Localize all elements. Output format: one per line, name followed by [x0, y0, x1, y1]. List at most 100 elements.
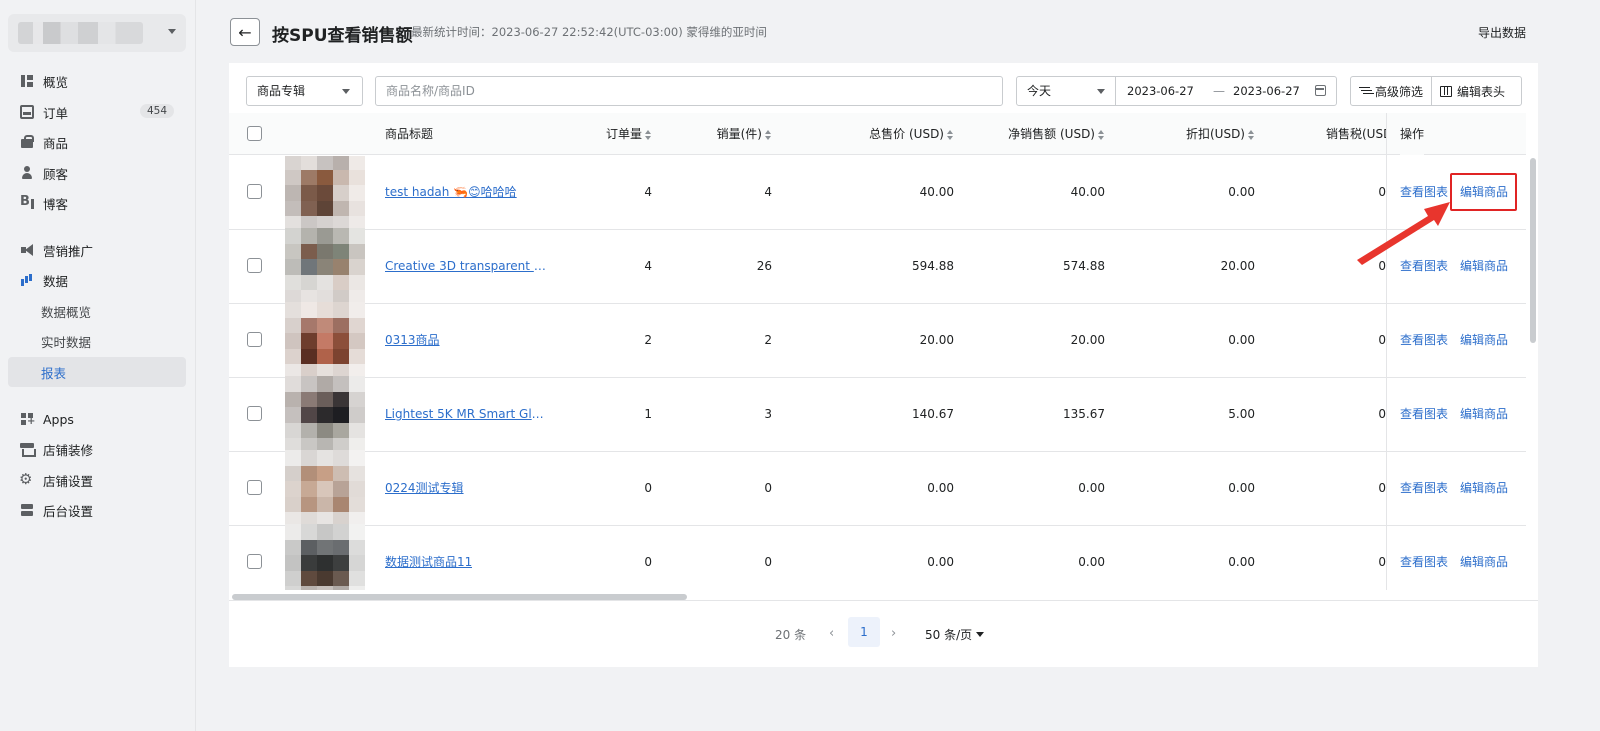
discount-value-cell: 0.00 — [1149, 304, 1255, 377]
discount-value-cell: 0.00 — [1149, 526, 1255, 590]
category-select[interactable]: 商品专辑 — [246, 76, 363, 106]
row-checkbox[interactable] — [247, 406, 262, 421]
store-selector[interactable] — [8, 14, 186, 52]
product-title-link[interactable]: 0224测试专辑 — [385, 452, 464, 525]
sort-icon[interactable] — [1098, 129, 1105, 140]
product-title-link[interactable]: 数据测试商品11 — [385, 526, 472, 590]
net-value-cell: 20.00 — [975, 304, 1105, 377]
net-value: 0.00 — [1078, 555, 1105, 569]
sidebar-item-label: 博客 — [43, 196, 69, 212]
date-preset-select[interactable]: 今天 — [1017, 77, 1116, 105]
discount-value: 0.00 — [1228, 555, 1255, 569]
apps-icon — [20, 412, 35, 427]
sidebar-item-store-decor[interactable]: 店铺装修 — [8, 434, 186, 464]
vertical-scrollbar[interactable] — [1530, 158, 1536, 343]
calendar-icon[interactable] — [1315, 85, 1326, 96]
col-gross[interactable]: 总售价 (USD) — [829, 113, 954, 155]
edit-columns-button[interactable]: 编辑表头 — [1431, 77, 1513, 105]
backend-icon — [20, 503, 34, 517]
col-tax[interactable]: 销售税(USD — [1326, 113, 1386, 155]
col-discount[interactable]: 折扣(USD) — [1149, 113, 1255, 155]
date-range-picker[interactable]: 今天 2023-06-27 — 2023-06-27 — [1016, 76, 1337, 106]
orders-value-cell: 1 — [569, 378, 652, 451]
page-current[interactable]: 1 — [848, 617, 880, 647]
product-thumbnail — [285, 228, 365, 306]
quantity-value: 3 — [764, 407, 772, 421]
sort-icon[interactable] — [765, 129, 772, 140]
product-title-link-cell: 数据测试商品11 — [385, 526, 550, 590]
gross-value-cell: 0.00 — [829, 452, 954, 525]
quantity-value-cell: 26 — [681, 230, 772, 303]
sort-icon[interactable] — [1248, 129, 1255, 140]
store-name-blurred — [18, 22, 143, 44]
orders-value-cell: 0 — [569, 526, 652, 590]
table-row: test hadah 🦐😊哈哈哈 4 4 40.00 40.00 0.00 0 查看图表 编辑商… — [229, 156, 1526, 232]
product-title-link[interactable]: 0313商品 — [385, 304, 440, 377]
product-title-link[interactable]: test hadah 🦐😊哈哈哈 — [385, 156, 517, 229]
stat-time: 最新统计时间：2023-06-27 22:52:42(UTC-03:00) 蒙得… — [411, 25, 767, 39]
product-title-link[interactable]: Creative 3D transparent dou... — [385, 230, 550, 303]
sidebar-item-apps[interactable]: Apps — [8, 404, 186, 434]
gross-value-cell: 0.00 — [829, 526, 954, 590]
sidebar-item-label: 实时数据 — [41, 334, 92, 350]
overview-icon — [20, 74, 34, 88]
col-quantity[interactable]: 销量(件) — [681, 113, 772, 155]
product-thumbnail — [285, 156, 365, 232]
chevron-left-icon[interactable]: ‹ — [829, 626, 834, 641]
product-thumbnail — [285, 376, 365, 454]
discount-value-cell: 20.00 — [1149, 230, 1255, 303]
chevron-right-icon[interactable]: › — [891, 626, 896, 641]
back-button[interactable]: ← — [230, 18, 260, 46]
sort-icon[interactable] — [645, 129, 652, 140]
sort-icon[interactable] — [947, 129, 954, 140]
quantity-value-cell: 4 — [681, 156, 772, 229]
select-all-checkbox[interactable] — [247, 126, 262, 141]
sidebar-item-label: 订单 — [43, 105, 69, 121]
advanced-filter-button[interactable]: 高级筛选 — [1351, 77, 1431, 105]
product-title-link[interactable]: Lightest 5K MR Smart Glass... — [385, 378, 550, 451]
table-row: 数据测试商品11 0 0 0.00 0.00 0.00 0 查看图表 编辑商品 — [229, 524, 1526, 590]
discount-value-cell: 5.00 — [1149, 378, 1255, 451]
product-title-link-cell: 0313商品 — [385, 304, 550, 377]
pagination: 20 条 ‹ 1 › 50 条/页 — [229, 600, 1538, 667]
quantity-value: 0 — [764, 555, 772, 569]
sidebar-subitem-data-overview[interactable]: 数据概览 — [8, 296, 186, 326]
sidebar-item-blog[interactable]: 博客 — [8, 188, 186, 218]
page-title: 按SPU查看销售额 — [272, 26, 413, 46]
row-checkbox[interactable] — [247, 480, 262, 495]
row-checkbox[interactable] — [247, 184, 262, 199]
sidebar-item-marketing[interactable]: 营销推广 — [8, 235, 186, 265]
row-checkbox[interactable] — [247, 554, 262, 569]
row-checkbox[interactable] — [247, 332, 262, 347]
net-value-cell: 40.00 — [975, 156, 1105, 229]
sidebar-subitem-realtime[interactable]: 实时数据 — [8, 326, 186, 356]
sidebar-item-customers[interactable]: 顾客 — [8, 158, 186, 188]
gross-value: 20.00 — [919, 333, 954, 347]
quantity-value-cell: 3 — [681, 378, 772, 451]
col-orders[interactable]: 订单量 — [569, 113, 652, 155]
gross-value: 140.67 — [912, 407, 954, 421]
sidebar-item-label: 商品 — [43, 135, 69, 151]
date-start[interactable]: 2023-06-27 — [1127, 77, 1194, 105]
col-net[interactable]: 净销售额 (USD) — [975, 113, 1105, 155]
discount-value-cell: 0.00 — [1149, 156, 1255, 229]
sidebar-item-goods[interactable]: 商品 — [8, 127, 186, 157]
sidebar-item-data[interactable]: 数据 — [8, 265, 186, 295]
sidebar-item-backend-settings[interactable]: 后台设置 — [8, 495, 186, 525]
sidebar-item-orders[interactable]: 订单 454 — [8, 97, 186, 127]
page-size-select[interactable]: 50 条/页 — [925, 626, 985, 643]
date-end[interactable]: 2023-06-27 — [1233, 77, 1300, 105]
sidebar-item-overview[interactable]: 概览 — [8, 66, 186, 96]
settings-icon — [19, 470, 34, 488]
col-discount-label: 折扣(USD) — [1185, 127, 1245, 141]
sidebar-item-label: 顾客 — [43, 166, 69, 182]
search-input[interactable] — [375, 76, 1003, 106]
sidebar-item-store-settings[interactable]: 店铺设置 — [8, 465, 186, 495]
orders-value: 0 — [644, 481, 652, 495]
table-body: test hadah 🦐😊哈哈哈 4 4 40.00 40.00 0.00 0 查看图表 编辑商… — [229, 156, 1526, 590]
sidebar-item-label: 店铺设置 — [43, 473, 94, 489]
row-checkbox[interactable] — [247, 258, 262, 273]
sidebar-subitem-reports[interactable]: 报表 — [8, 357, 186, 387]
sidebar-item-label: 后台设置 — [43, 503, 94, 519]
export-data-button[interactable]: 导出数据 — [1478, 24, 1526, 41]
